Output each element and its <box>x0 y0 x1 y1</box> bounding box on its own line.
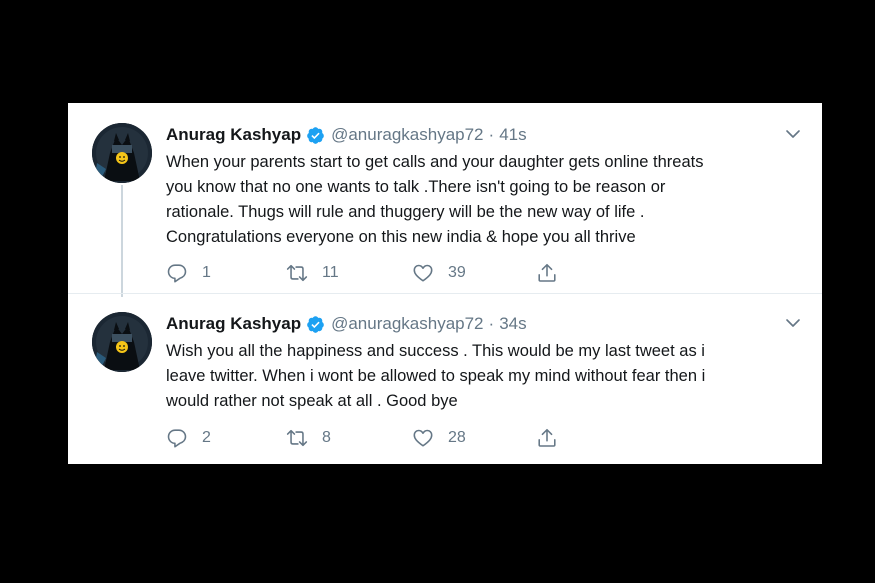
separator: · <box>488 125 495 144</box>
tweet-text-line: leave twitter. When i wont be allowed to… <box>166 367 706 385</box>
retweet-count: 8 <box>322 429 331 446</box>
tweet-header: Anurag Kashyap @anuragkashyap72 · 34s <box>166 312 527 336</box>
tweet-actions: 1 11 39 <box>166 262 586 284</box>
reply-button[interactable]: 1 <box>166 262 211 284</box>
like-button[interactable]: 28 <box>412 427 466 449</box>
chevron-down-icon[interactable] <box>784 314 802 332</box>
reply-button[interactable]: 2 <box>166 427 211 449</box>
user-handle[interactable]: @anuragkashyap72 <box>331 125 483 145</box>
reply-count: 2 <box>202 429 211 446</box>
tweet-text: Wish you all the happiness and success .… <box>166 339 796 414</box>
tweet[interactable]: Anurag Kashyap @anuragkashyap72 · 34s Wi… <box>68 293 822 465</box>
tweet-text-line: Congratulations everyone on this new ind… <box>166 228 636 246</box>
share-icon <box>538 263 556 282</box>
tweet-text-line: you know that no one wants to talk .Ther… <box>166 178 666 196</box>
tweet-text-line: When your parents start to get calls and… <box>166 153 704 171</box>
heart-icon <box>413 429 433 447</box>
avatar-image <box>92 123 152 183</box>
like-count: 39 <box>448 264 466 281</box>
verified-badge-icon <box>307 126 324 144</box>
avatar[interactable] <box>92 123 152 183</box>
retweet-button[interactable]: 11 <box>286 262 339 284</box>
retweet-button[interactable]: 8 <box>286 427 331 449</box>
reply-icon <box>167 264 187 283</box>
share-button[interactable] <box>536 427 558 449</box>
reply-icon <box>167 429 187 448</box>
retweet-icon <box>286 429 308 447</box>
share-button[interactable] <box>536 262 558 284</box>
tweet-header: Anurag Kashyap @anuragkashyap72 · 41s <box>166 123 527 147</box>
retweet-count: 11 <box>322 264 339 281</box>
verified-badge-icon <box>307 315 324 333</box>
thread-connector-line <box>121 185 123 297</box>
tweet-thread: Anurag Kashyap @anuragkashyap72 · 41s Wh… <box>68 103 822 464</box>
tweet-text-line: rationale. Thugs will rule and thuggery … <box>166 203 645 221</box>
tweet[interactable]: Anurag Kashyap @anuragkashyap72 · 41s Wh… <box>68 103 822 297</box>
reply-count: 1 <box>202 264 211 281</box>
tweet-actions: 2 8 28 <box>166 427 586 449</box>
user-handle[interactable]: @anuragkashyap72 <box>331 314 483 334</box>
like-count: 28 <box>448 429 466 446</box>
share-icon <box>538 428 556 447</box>
chevron-down-icon[interactable] <box>784 125 802 143</box>
user-name[interactable]: Anurag Kashyap <box>166 314 301 334</box>
retweet-icon <box>286 264 308 282</box>
tweet-text: When your parents start to get calls and… <box>166 150 796 250</box>
avatar[interactable] <box>92 312 152 372</box>
tweet-text-line: would rather not speak at all . Good bye <box>166 392 458 410</box>
timestamp[interactable]: 41s <box>499 125 526 145</box>
tweet-text-line: Wish you all the happiness and success .… <box>166 342 705 360</box>
like-button[interactable]: 39 <box>412 262 466 284</box>
user-name[interactable]: Anurag Kashyap <box>166 125 301 145</box>
heart-icon <box>413 264 433 282</box>
timestamp[interactable]: 34s <box>499 314 526 334</box>
separator: · <box>488 314 495 333</box>
avatar-image <box>92 312 152 372</box>
